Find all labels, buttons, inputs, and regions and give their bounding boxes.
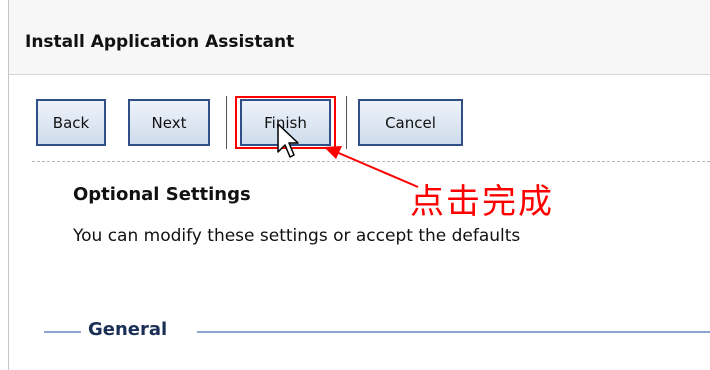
toolbar-separator: [226, 96, 227, 149]
cancel-button[interactable]: Cancel: [358, 99, 463, 146]
next-button[interactable]: Next: [128, 99, 210, 146]
fieldset-legend: General: [88, 319, 168, 340]
fieldset-line: [44, 331, 81, 333]
annotation-arrow-icon: [324, 146, 419, 188]
section-description: You can modify these settings or accept …: [73, 226, 521, 246]
annotation-text: 点击完成: [410, 182, 554, 222]
back-button[interactable]: Back: [36, 99, 106, 146]
mouse-cursor-icon: [277, 123, 299, 158]
page-title: Install Application Assistant: [25, 32, 295, 52]
section-title: Optional Settings: [73, 184, 251, 205]
install-application-page: Install Application Assistant Back Next …: [0, 0, 710, 370]
page-header: Install Application Assistant: [9, 0, 710, 75]
fieldset-line: [197, 331, 710, 333]
